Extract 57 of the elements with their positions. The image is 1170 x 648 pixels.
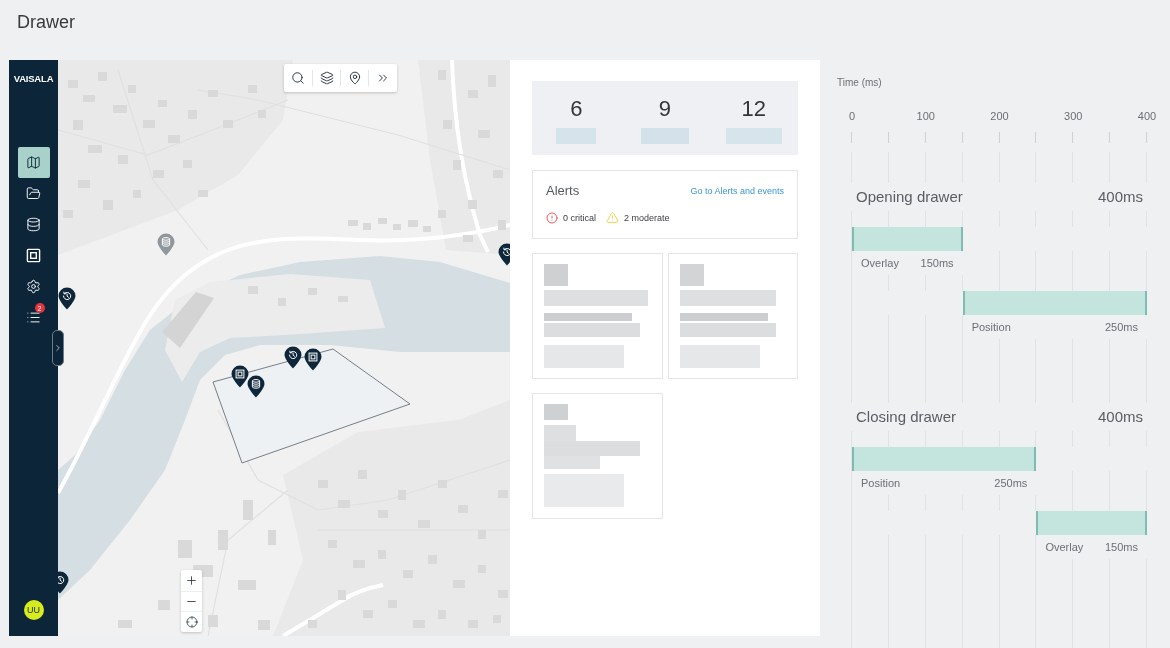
blurred-label — [725, 128, 782, 144]
history-pin-icon[interactable] — [284, 346, 302, 369]
section-total: 400ms — [1097, 406, 1143, 427]
blurred-label — [556, 128, 597, 144]
nav-item[interactable] — [17, 147, 50, 178]
phase-label: Overlay — [1045, 539, 1084, 555]
frame-pin-icon[interactable] — [304, 348, 322, 371]
settings-icon — [26, 279, 41, 294]
frame-icon — [26, 248, 41, 263]
history-pin-icon[interactable] — [498, 243, 510, 266]
blurred-text — [544, 404, 568, 420]
search-icon — [291, 71, 305, 85]
history-pin-icon[interactable] — [58, 571, 69, 594]
crosshair-icon — [185, 616, 198, 628]
section-total: 400ms — [1097, 186, 1143, 207]
logo: VAISALA — [13, 74, 54, 84]
page-title: Drawer — [17, 11, 75, 33]
chevron-right-icon — [53, 343, 63, 353]
phase-label: Overlay — [861, 255, 899, 271]
alerts-link[interactable]: Go to Alerts and events — [690, 185, 784, 197]
phase-duration: 250ms — [994, 475, 1028, 491]
stat-value: 12 — [741, 96, 766, 121]
stat-value: 9 — [658, 96, 672, 121]
plus-icon — [185, 574, 198, 587]
tick-label: 400 — [1137, 109, 1157, 124]
phase-label: Position — [971, 319, 1011, 335]
database-icon — [26, 217, 41, 232]
phase-duration: 250ms — [1104, 319, 1138, 335]
stat-value: 6 — [570, 96, 583, 121]
blurred-label — [641, 128, 689, 144]
alert-count: 2 moderate — [624, 211, 670, 224]
phase-duration: 150ms — [920, 255, 954, 271]
warning-icon — [606, 211, 619, 224]
section-title: Opening drawer — [856, 186, 963, 207]
tick-label: 100 — [916, 109, 935, 124]
tick-label: 200 — [990, 109, 1009, 124]
blurred-text — [544, 264, 568, 286]
map-pin-icon — [347, 71, 362, 85]
alert-count: 0 critical — [563, 211, 596, 224]
list-icon — [26, 310, 41, 325]
blurred-text — [679, 264, 704, 286]
folder-icon — [26, 186, 41, 201]
map-icon — [26, 155, 41, 170]
user-avatar[interactable]: UU — [23, 600, 44, 620]
layers-icon — [319, 71, 334, 85]
error-icon — [546, 211, 558, 224]
history-pin-icon[interactable] — [58, 287, 76, 310]
tick-label: 300 — [1064, 109, 1083, 124]
section-title: Closing drawer — [856, 406, 957, 427]
alerts-title: Alerts — [546, 183, 580, 199]
expand-handle[interactable] — [52, 330, 64, 366]
axis-title: Time (ms) — [837, 76, 882, 90]
phase-duration: 150ms — [1104, 539, 1138, 555]
tick-label: 0 — [848, 109, 856, 124]
frame-pin-icon[interactable] — [231, 365, 249, 388]
phase-label: Position — [861, 475, 901, 491]
database-pin-icon[interactable] — [247, 375, 265, 398]
